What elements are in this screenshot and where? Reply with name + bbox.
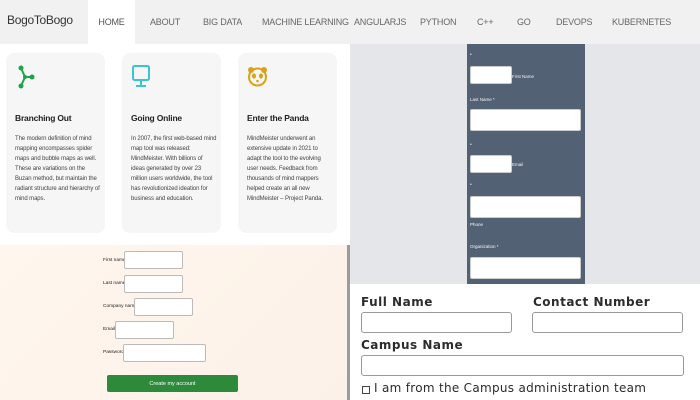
- brand-logo[interactable]: BogoToBogo: [7, 13, 73, 27]
- nav-python[interactable]: PYTHON: [420, 0, 457, 44]
- nav-devops[interactable]: DEVOPS: [556, 0, 593, 44]
- company-name-input[interactable]: [134, 298, 193, 316]
- organization-label: Organization *: [470, 244, 499, 249]
- nav-big-data[interactable]: BIG DATA: [203, 0, 242, 44]
- campus-name-input[interactable]: [361, 355, 684, 376]
- card-title: Branching Out: [15, 113, 72, 123]
- feature-card-panda: Enter the Panda MindMeister underwent an…: [238, 53, 337, 233]
- card-title: Going Online: [131, 113, 182, 123]
- first-name-input[interactable]: [470, 66, 512, 84]
- last-name-label: Last Name *: [470, 97, 495, 102]
- card-body: In 2007, the first web-based mind map to…: [131, 136, 217, 202]
- phone-input[interactable]: [470, 196, 581, 218]
- full-name-input[interactable]: [361, 312, 512, 333]
- nav-go[interactable]: GO: [517, 0, 531, 44]
- email-label: Email: [103, 327, 115, 332]
- phone-label: Phone: [470, 222, 484, 227]
- first-name-label: First name: [103, 258, 126, 263]
- nav-kubernetes[interactable]: KUBERNETES: [612, 0, 671, 44]
- top-navbar: BogoToBogo HOME ABOUT BIG DATA MACHINE L…: [0, 0, 700, 45]
- feature-card-online: Going Online In 2007, the first web-base…: [122, 53, 221, 233]
- branch-icon: [15, 64, 37, 90]
- last-name-input[interactable]: [470, 109, 581, 131]
- campus-name-label: Campus Name: [361, 338, 464, 352]
- campus-admin-checkbox[interactable]: [362, 386, 370, 394]
- last-name-label: Last name: [103, 281, 126, 286]
- email-input[interactable]: [470, 155, 512, 173]
- password-label: Password: [103, 350, 125, 355]
- contact-number-input[interactable]: [532, 312, 683, 333]
- card-title: Enter the Panda: [247, 113, 309, 123]
- required-dot: •: [470, 142, 472, 148]
- last-name-input[interactable]: [124, 275, 183, 293]
- first-name-input[interactable]: [124, 251, 183, 269]
- nav-angularjs[interactable]: ANGULARJS: [354, 0, 406, 44]
- organization-input[interactable]: [470, 257, 581, 279]
- full-name-label: Full Name: [361, 295, 433, 309]
- email-label: Email: [512, 162, 524, 167]
- nav-cpp[interactable]: C++: [477, 0, 494, 44]
- contact-number-label: Contact Number: [533, 295, 651, 309]
- create-account-button[interactable]: Create my account: [107, 375, 238, 392]
- campus-admin-checkbox-label: I am from the Campus administration team: [374, 381, 647, 395]
- feature-cards-section: Branching Out The modern definition of m…: [0, 44, 350, 245]
- signup-form-panel: First name Last name Company name Email …: [0, 245, 347, 400]
- password-input[interactable]: [123, 344, 206, 362]
- email-input[interactable]: [115, 321, 174, 339]
- card-body: The modern definition of mind mapping en…: [15, 136, 100, 202]
- feature-card-branching: Branching Out The modern definition of m…: [6, 53, 105, 233]
- nav-about[interactable]: ABOUT: [150, 0, 180, 44]
- nav-machine-learning[interactable]: MACHINE LEARNING: [262, 0, 349, 44]
- lead-form-panel: • First Name Last Name * • Email • Phone…: [350, 44, 700, 284]
- company-name-label: Company name: [103, 304, 137, 309]
- card-body: MindMeister underwent an extensive updat…: [247, 136, 323, 202]
- required-dot: •: [470, 182, 472, 188]
- panda-icon: [247, 64, 269, 90]
- required-dot: •: [470, 52, 472, 58]
- lead-form: • First Name Last Name * • Email • Phone…: [467, 44, 585, 284]
- monitor-icon: [131, 64, 153, 90]
- first-name-label: First Name: [512, 74, 535, 79]
- nav-home[interactable]: HOME: [88, 0, 135, 44]
- contact-form-panel: Full Name Contact Number Campus Name I a…: [350, 284, 700, 400]
